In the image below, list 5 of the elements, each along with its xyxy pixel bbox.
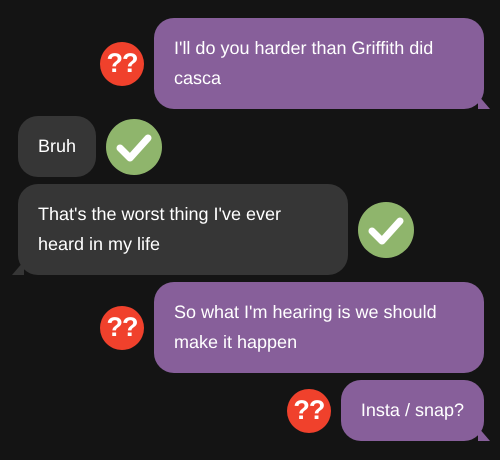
message-bubble: So what I'm hearing is we should make it happen: [154, 282, 484, 373]
warning-badge: ??: [286, 388, 331, 432]
message-bubble: Bruh: [18, 116, 96, 177]
warning-badge: ??: [100, 306, 144, 350]
warning-badge: ??: [100, 42, 144, 86]
